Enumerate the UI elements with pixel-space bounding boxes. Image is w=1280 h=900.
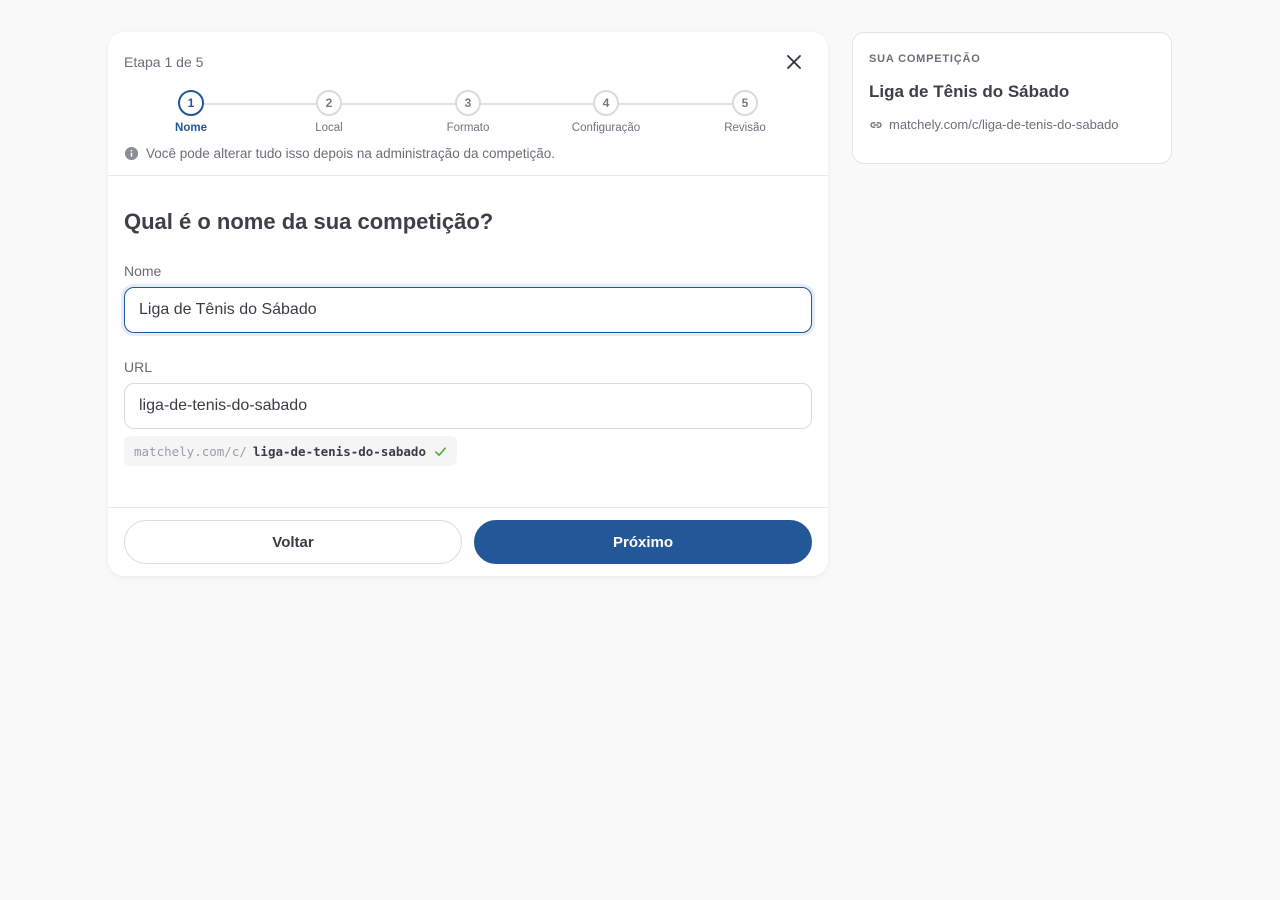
step-label: Formato xyxy=(446,122,490,134)
name-field-label: Nome xyxy=(124,263,162,279)
close-button[interactable] xyxy=(782,50,806,74)
info-text: Você pode alterar tudo isso depois na ad… xyxy=(146,146,556,161)
step-nome[interactable]: 1 Nome xyxy=(141,90,241,134)
name-input[interactable] xyxy=(124,287,812,333)
summary-competition-name: Liga de Tênis do Sábado xyxy=(869,82,1070,101)
back-button[interactable]: Voltar xyxy=(124,520,462,564)
step-revisao[interactable]: 5 Revisão xyxy=(695,90,795,134)
step-number: 1 xyxy=(178,90,204,116)
next-button[interactable]: Próximo xyxy=(474,520,812,564)
link-icon xyxy=(870,121,882,128)
summary-url: matchely.com/c/liga-de-tenis-do-sabado xyxy=(869,117,1119,132)
summary-heading: SUA COMPETIÇÃO xyxy=(869,53,981,65)
step-label: Local xyxy=(315,122,343,134)
slug-base: matchely.com/c/ xyxy=(134,443,247,459)
step-label: Revisão xyxy=(724,122,766,134)
divider xyxy=(108,507,828,508)
page-title: Qual é o nome da sua competição? xyxy=(124,209,494,234)
step-number: 5 xyxy=(732,90,758,116)
slug-value: liga-de-tenis-do-sabado xyxy=(252,443,426,459)
step-number: 3 xyxy=(455,90,481,116)
slug-preview: matchely.com/c/ liga-de-tenis-do-sabado xyxy=(124,436,457,466)
close-icon xyxy=(787,55,801,69)
check-icon xyxy=(435,446,446,456)
step-label: Nome xyxy=(175,122,207,134)
step-configuracao[interactable]: 4 Configuração xyxy=(556,90,656,134)
wizard-card: Etapa 1 de 5 1 Nome 2 Local 3 Formato 4 … xyxy=(108,32,828,576)
summary-url-text: matchely.com/c/liga-de-tenis-do-sabado xyxy=(889,117,1119,132)
step-counter: Etapa 1 de 5 xyxy=(124,54,204,70)
step-number: 2 xyxy=(316,90,342,116)
step-formato[interactable]: 3 Formato xyxy=(418,90,518,134)
step-label: Configuração xyxy=(571,122,641,134)
url-input[interactable] xyxy=(124,383,812,429)
info-icon xyxy=(124,146,139,161)
summary-card: SUA COMPETIÇÃO Liga de Tênis do Sábado m… xyxy=(852,32,1172,164)
step-local[interactable]: 2 Local xyxy=(279,90,379,134)
step-number: 4 xyxy=(593,90,619,116)
url-field-label: URL xyxy=(124,359,153,375)
stepper: 1 Nome 2 Local 3 Formato 4 Configuração … xyxy=(124,90,814,140)
divider xyxy=(108,175,828,176)
info-note: Você pode alterar tudo isso depois na ad… xyxy=(124,146,555,161)
